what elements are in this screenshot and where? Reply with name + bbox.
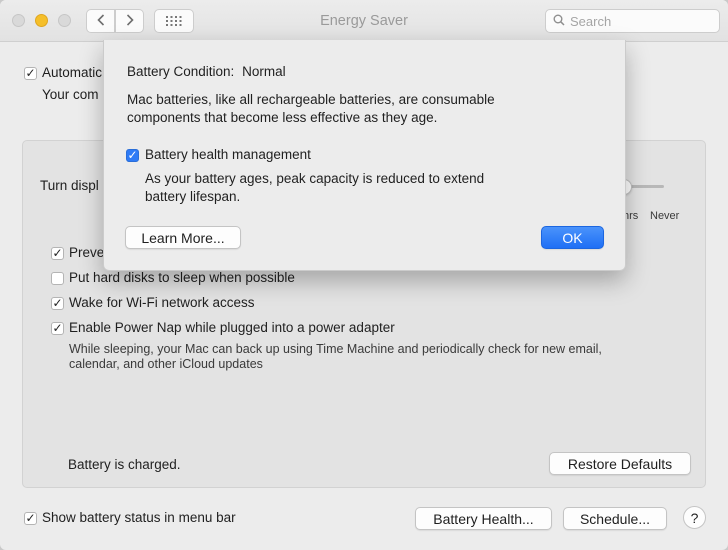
wake-wifi-checkbox[interactable]: ✓: [51, 297, 64, 310]
battery-health-management-label: Battery health management: [145, 147, 311, 162]
turn-display-off-label: Turn displ: [40, 178, 99, 193]
bhm-description-line1: As your battery ages, peak capacity is r…: [145, 171, 485, 186]
learn-more-button[interactable]: Learn More...: [125, 226, 241, 249]
power-nap-label: Enable Power Nap while plugged into a po…: [69, 320, 395, 335]
search-placeholder: Search: [570, 13, 612, 29]
show-battery-status-checkbox[interactable]: ✓: [24, 512, 37, 525]
battery-status-text: Battery is charged.: [68, 457, 181, 472]
slider-label-never: Never: [650, 210, 680, 222]
battery-condition-label: Battery Condition: Normal: [127, 64, 286, 79]
schedule-button[interactable]: Schedule...: [563, 507, 667, 530]
help-button[interactable]: ?: [683, 506, 706, 529]
energy-saver-window: Energy Saver Search ✓ Automatic Your com…: [0, 0, 728, 550]
hard-disks-sleep-checkbox[interactable]: [51, 272, 64, 285]
battery-health-management-checkbox[interactable]: ✓: [126, 149, 139, 162]
battery-condition-value: Normal: [242, 64, 286, 79]
battery-description-line1: Mac batteries, like all rechargeable bat…: [127, 92, 495, 107]
wake-wifi-label: Wake for Wi-Fi network access: [69, 295, 255, 310]
hard-disks-sleep-label: Put hard disks to sleep when possible: [69, 270, 295, 285]
power-nap-description-line2: calendar, and other iCloud updates: [69, 357, 263, 371]
battery-description-line2: components that become less effective as…: [127, 110, 438, 125]
ok-button[interactable]: OK: [541, 226, 604, 249]
battery-health-button[interactable]: Battery Health...: [415, 507, 552, 530]
automatic-graphics-checkbox[interactable]: ✓: [24, 67, 37, 80]
power-nap-description-line1: While sleeping, your Mac can back up usi…: [69, 342, 602, 356]
automatic-graphics-desc: Your com: [42, 87, 99, 102]
prevent-sleep-checkbox[interactable]: ✓: [51, 247, 64, 260]
title-bar: Energy Saver Search: [0, 0, 728, 42]
bhm-description-line2: battery lifespan.: [145, 189, 241, 204]
power-nap-checkbox[interactable]: ✓: [51, 322, 64, 335]
restore-defaults-button[interactable]: Restore Defaults: [549, 452, 691, 475]
battery-condition-title: Battery Condition:: [127, 64, 235, 79]
prevent-sleep-label: Preve: [69, 245, 105, 260]
search-icon: [553, 14, 570, 29]
show-battery-status-label: Show battery status in menu bar: [42, 510, 236, 525]
battery-health-sheet: Battery Condition: Normal Mac batteries,…: [103, 40, 626, 271]
search-field[interactable]: Search: [545, 9, 720, 33]
automatic-graphics-label: Automatic: [42, 65, 103, 80]
